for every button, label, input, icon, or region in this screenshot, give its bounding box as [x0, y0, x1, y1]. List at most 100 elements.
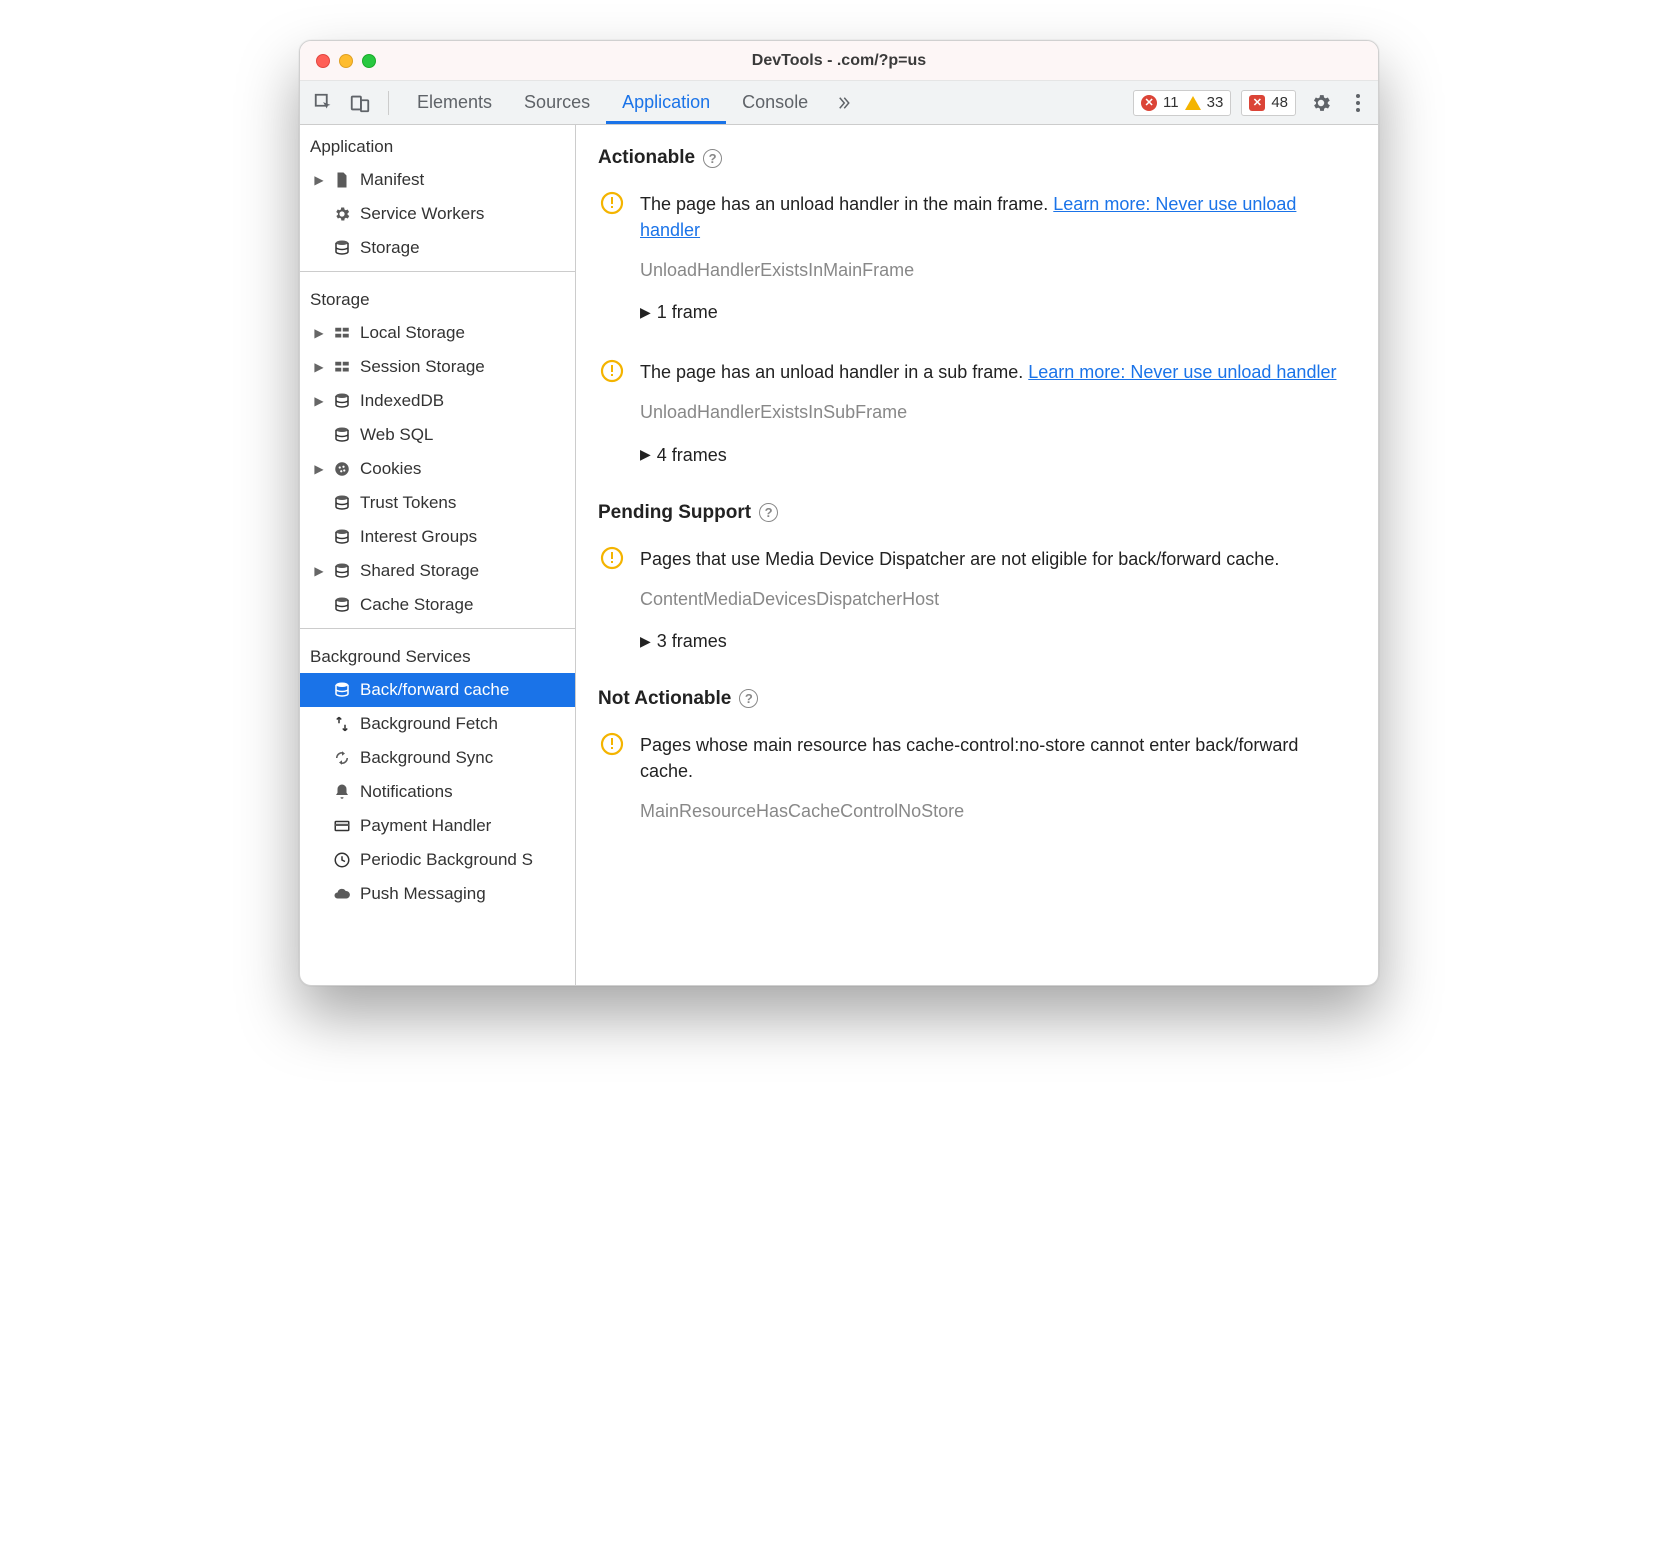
sync-icon	[332, 749, 352, 767]
sidebar-item-indexeddb[interactable]: ▶IndexedDB	[300, 384, 575, 418]
sidebar-item-label: Session Storage	[360, 357, 485, 377]
fetch-icon	[332, 715, 352, 733]
frames-disclosure[interactable]: ▶1 frame	[640, 299, 1356, 325]
sidebar-item-label: Storage	[360, 238, 420, 258]
sidebar-item-label: Background Sync	[360, 748, 493, 768]
db-icon	[332, 239, 352, 257]
issue-item: Pages that use Media Device Dispatcher a…	[598, 546, 1356, 678]
sidebar-item-payment-handler[interactable]: ▶Payment Handler	[300, 809, 575, 843]
tab-application[interactable]: Application	[606, 81, 726, 124]
sidebar-item-label: Manifest	[360, 170, 424, 190]
zoom-window-button[interactable]	[362, 54, 376, 68]
window-title: DevTools - .com/?p=us	[300, 52, 1378, 70]
sidebar-item-label: Payment Handler	[360, 816, 491, 836]
expand-caret-icon[interactable]: ▶	[314, 394, 324, 408]
frames-count: 3 frames	[657, 628, 727, 654]
device-toolbar-icon[interactable]	[344, 87, 376, 119]
sidebar-item-label: Trust Tokens	[360, 493, 456, 513]
sidebar-item-label: Shared Storage	[360, 561, 479, 581]
sidebar-item-web-sql[interactable]: ▶Web SQL	[300, 418, 575, 452]
sidebar-item-label: Periodic Background S	[360, 850, 533, 870]
sidebar-item-back-forward-cache[interactable]: ▶Back/forward cache	[300, 673, 575, 707]
learn-more-link[interactable]: Learn more: Never use unload handler	[1028, 362, 1336, 382]
help-icon[interactable]: ?	[739, 689, 758, 708]
section-title: Not Actionable?	[598, 688, 1356, 710]
issue-body: The page has an unload handler in the ma…	[640, 191, 1356, 349]
sidebar-item-manifest[interactable]: ▶ Manifest	[300, 163, 575, 197]
frames-disclosure[interactable]: ▶3 frames	[640, 628, 1356, 654]
chevron-right-icon: ▶	[640, 302, 651, 322]
sidebar-item-interest-groups[interactable]: ▶Interest Groups	[300, 520, 575, 554]
sidebar-item-background-sync[interactable]: ▶Background Sync	[300, 741, 575, 775]
panel-body: Application▶Manifest▶Service Workers▶Sto…	[300, 125, 1378, 985]
bell-icon	[332, 783, 352, 801]
panel-tabs: Elements Sources Application Console	[401, 81, 824, 124]
minimize-window-button[interactable]	[339, 54, 353, 68]
issue-body: The page has an unload handler in a sub …	[640, 359, 1356, 491]
file-icon	[332, 171, 352, 189]
sidebar-item-label: Service Workers	[360, 204, 484, 224]
cookie-icon	[332, 460, 352, 478]
console-status-badge[interactable]: ✕ 11 33	[1133, 90, 1231, 116]
issue-text: Pages that use Media Device Dispatcher a…	[640, 546, 1356, 572]
sidebar-item-periodic-background-sync[interactable]: ▶Periodic Background S	[300, 843, 575, 877]
tab-console[interactable]: Console	[726, 81, 824, 124]
sidebar-item-shared-storage[interactable]: ▶ Shared Storage	[300, 554, 575, 588]
close-window-button[interactable]	[316, 54, 330, 68]
issue-code: UnloadHandlerExistsInMainFrame	[640, 257, 1356, 283]
sidebar-item-label: Notifications	[360, 782, 453, 802]
issues-badge[interactable]: ✕ 48	[1241, 90, 1296, 116]
sidebar-item-label: Cookies	[360, 459, 421, 479]
sidebar-item-cache-storage[interactable]: ▶Cache Storage	[300, 588, 575, 622]
more-options-icon[interactable]	[1346, 88, 1370, 118]
traffic-lights	[300, 54, 376, 68]
sidebar-item-storage[interactable]: ▶Storage	[300, 231, 575, 265]
section-title-text: Pending Support	[598, 502, 751, 524]
sidebar-item-notifications[interactable]: ▶Notifications	[300, 775, 575, 809]
section-title-text: Actionable	[598, 147, 695, 169]
issue-code: UnloadHandlerExistsInSubFrame	[640, 399, 1356, 425]
sidebar-item-trust-tokens[interactable]: ▶Trust Tokens	[300, 486, 575, 520]
tab-sources[interactable]: Sources	[508, 81, 606, 124]
issue-warning-icon	[598, 732, 626, 824]
expand-caret-icon[interactable]: ▶	[314, 564, 324, 578]
help-icon[interactable]: ?	[703, 149, 722, 168]
chevron-right-icon: ▶	[640, 444, 651, 464]
cloud-icon	[332, 885, 352, 903]
db-icon	[332, 494, 352, 512]
error-icon: ✕	[1141, 95, 1157, 111]
devtools-toolbar: Elements Sources Application Console ✕ 1…	[300, 81, 1378, 125]
sidebar-item-session-storage[interactable]: ▶ Session Storage	[300, 350, 575, 384]
sidebar-item-push-messaging[interactable]: ▶Push Messaging	[300, 877, 575, 911]
section-title-text: Not Actionable	[598, 688, 731, 710]
db-icon	[332, 426, 352, 444]
more-tabs-icon[interactable]	[828, 94, 862, 112]
help-icon[interactable]: ?	[759, 503, 778, 522]
issue-item: The page has an unload handler in the ma…	[598, 191, 1356, 349]
sidebar-item-label: Cache Storage	[360, 595, 473, 615]
sidebar-item-cookies[interactable]: ▶ Cookies	[300, 452, 575, 486]
sidebar-item-local-storage[interactable]: ▶Local Storage	[300, 316, 575, 350]
issues-count: 48	[1271, 94, 1288, 111]
issue-body: Pages that use Media Device Dispatcher a…	[640, 546, 1356, 678]
expand-caret-icon[interactable]: ▶	[314, 462, 324, 476]
frames-disclosure[interactable]: ▶4 frames	[640, 442, 1356, 468]
expand-caret-icon[interactable]: ▶	[314, 326, 324, 340]
sidebar-item-background-fetch[interactable]: ▶Background Fetch	[300, 707, 575, 741]
inspect-element-icon[interactable]	[308, 87, 340, 119]
issue-text: The page has an unload handler in a sub …	[640, 359, 1356, 385]
expand-caret-icon[interactable]: ▶	[314, 173, 324, 187]
expand-caret-icon[interactable]: ▶	[314, 360, 324, 374]
issue-text: The page has an unload handler in the ma…	[640, 191, 1356, 243]
settings-icon[interactable]	[1310, 92, 1332, 114]
clock-icon	[332, 851, 352, 869]
titlebar: DevTools - .com/?p=us	[300, 41, 1378, 81]
sidebar-item-service-workers[interactable]: ▶Service Workers	[300, 197, 575, 231]
issue-message: The page has an unload handler in a sub …	[640, 362, 1028, 382]
grid-icon	[332, 324, 352, 342]
application-sidebar: Application▶Manifest▶Service Workers▶Sto…	[300, 125, 576, 985]
tab-elements[interactable]: Elements	[401, 81, 508, 124]
issue-item: Pages whose main resource has cache-cont…	[598, 732, 1356, 824]
issue-item: The page has an unload handler in a sub …	[598, 359, 1356, 491]
toolbar-separator	[388, 91, 389, 115]
